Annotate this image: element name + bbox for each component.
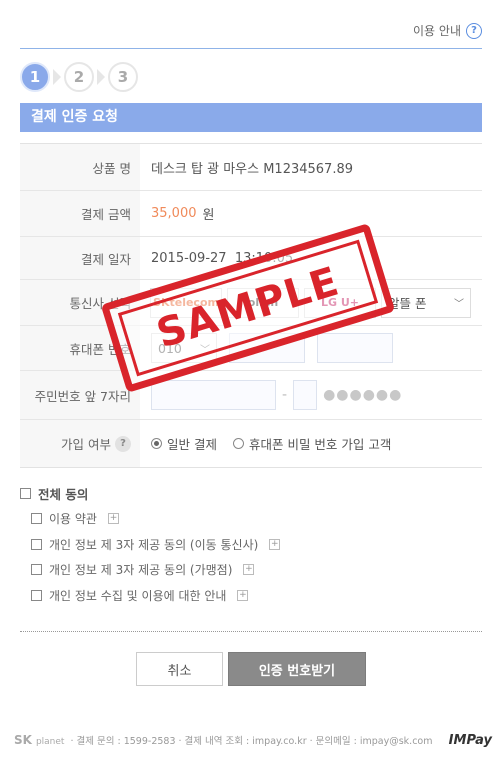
radio-selected-icon [151, 438, 162, 449]
phone-prefix-select[interactable]: 010 ﹀ [151, 333, 217, 363]
date-value: 2015-09-27 13:10:05 [151, 250, 294, 266]
amount-row: 결제 금액 35,000 원 [20, 191, 482, 237]
agree-carrier-checkbox[interactable]: 개인 정보 제 3자 제공 동의 (이동 통신사) + [31, 536, 281, 553]
agree-privacy-checkbox[interactable]: 개인 정보 수집 및 이용에 대한 안내 + [31, 587, 249, 604]
mvno-select[interactable]: 알뜰 폰 ﹀ [381, 287, 471, 318]
carrier-sk-button[interactable]: SKtelecom [150, 287, 222, 318]
radio-phone-password[interactable]: 휴대폰 비밀 번호 가입 고객 [232, 434, 392, 453]
divider [20, 631, 482, 632]
agree-terms-checkbox[interactable]: 이용 약관 + [31, 510, 119, 527]
step-1: 1 [20, 62, 50, 92]
section-title: 결제 인증 요청 [20, 103, 482, 132]
usage-guide-label: 이용 안내 [413, 24, 461, 38]
phone-row: 휴대폰 번호 010 ﹀ [20, 326, 482, 371]
sk-logo-text: SK [14, 733, 32, 747]
phone-last-input[interactable] [317, 333, 393, 363]
cancel-button[interactable]: 취소 [136, 652, 223, 686]
join-row: 가입 여부 ? 일반 결제 휴대폰 비밀 번호 가입 고객 [20, 420, 482, 468]
checkbox-icon [31, 590, 42, 601]
join-options: 일반 결제 휴대폰 비밀 번호 가입 고객 [140, 420, 482, 467]
amount-value-wrap: 35,000 원 [140, 191, 482, 236]
radio-general-label: 일반 결제 [167, 437, 217, 452]
expand-icon[interactable]: + [237, 590, 249, 601]
help-icon[interactable]: ? [115, 435, 131, 452]
phone-prefix-value: 010 [158, 340, 182, 356]
step-2: 2 [64, 62, 94, 92]
phone-middle-input[interactable] [229, 333, 305, 363]
chevron-down-icon: ﹀ [200, 344, 210, 356]
agree-merchant-checkbox[interactable]: 개인 정보 제 3자 제공 동의 (가맹점) + [31, 561, 255, 578]
agree-terms-label: 이용 약관 [49, 512, 97, 526]
resident-gender-input[interactable] [293, 380, 318, 410]
join-label-wrap: 가입 여부 ? [20, 420, 140, 467]
footer-info: · 결제 문의 : 1599-2583 · 결제 내역 조회 : impay.c… [70, 736, 433, 747]
radio-unselected-icon [232, 438, 244, 449]
resident-row: 주민번호 앞 7자리 - ●●●●●● [20, 371, 482, 420]
resident-mask: ●●●●●● [323, 387, 403, 403]
checkbox-icon [20, 488, 31, 499]
agree-merchant-label: 개인 정보 제 3자 제공 동의 (가맹점) [49, 563, 233, 577]
request-code-button[interactable]: 인증 번호받기 [228, 652, 366, 686]
step-arrow-icon [53, 69, 61, 85]
expand-icon[interactable]: + [107, 513, 119, 524]
resident-dash: - [282, 387, 288, 403]
step-arrow-icon [97, 69, 105, 85]
carrier-row: 통신사 선택 SKtelecom olleh LG U+ 알뜰 폰 ﹀ [20, 280, 482, 326]
resident-inputs: - ●●●●●● [140, 371, 482, 419]
carrier-options: SKtelecom olleh LG U+ 알뜰 폰 ﹀ [140, 280, 482, 325]
agree-privacy-label: 개인 정보 수집 및 이용에 대한 안내 [49, 589, 227, 603]
radio-general-payment[interactable]: 일반 결제 [151, 434, 217, 453]
agree-all-label: 전체 동의 [38, 487, 89, 502]
phone-label: 휴대폰 번호 [20, 326, 140, 370]
impay-logo: IMPay [448, 732, 492, 748]
footer: SK planet · 결제 문의 : 1599-2583 · 결제 내역 조회… [14, 729, 492, 751]
resident-label: 주민번호 앞 7자리 [20, 371, 140, 419]
amount-label: 결제 금액 [20, 191, 140, 236]
phone-inputs: 010 ﹀ [140, 326, 482, 370]
checkbox-icon [31, 513, 42, 524]
date-label: 결제 일자 [20, 237, 140, 279]
checkbox-icon [31, 564, 42, 575]
radio-phone-password-label: 휴대폰 비밀 번호 가입 고객 [248, 437, 392, 452]
sk-logo-sub: planet [35, 737, 65, 747]
payment-form: 상품 명 데스크 탑 광 마우스 M1234567.89 결제 금액 35,00… [20, 143, 482, 468]
header-divider [20, 48, 482, 49]
sk-planet-logo: SK planet [14, 733, 64, 747]
chevron-down-icon: ﹀ [454, 299, 464, 310]
checkbox-icon [31, 539, 42, 550]
agree-carrier-label: 개인 정보 제 3자 제공 동의 (이동 통신사) [49, 538, 259, 552]
expand-icon[interactable]: + [243, 564, 255, 575]
join-label: 가입 여부 [61, 437, 111, 452]
resident-front-input[interactable] [151, 380, 276, 410]
agree-all-checkbox[interactable]: 전체 동의 [20, 484, 88, 503]
date-row: 결제 일자 2015-09-27 13:10:05 [20, 237, 482, 280]
usage-guide-link[interactable]: 이용 안내 ? [413, 22, 482, 39]
product-label: 상품 명 [20, 144, 140, 190]
carrier-kt-button[interactable]: olleh [227, 287, 299, 318]
carrier-label: 통신사 선택 [20, 280, 140, 325]
step-3: 3 [108, 62, 138, 92]
carrier-lg-button[interactable]: LG U+ [304, 287, 376, 318]
product-row: 상품 명 데스크 탑 광 마우스 M1234567.89 [20, 144, 482, 191]
help-icon: ? [466, 22, 482, 39]
mvno-select-value: 알뜰 폰 [388, 296, 427, 311]
expand-icon[interactable]: + [269, 539, 281, 550]
product-value: 데스크 탑 광 마우스 M1234567.89 [151, 161, 353, 177]
amount-unit: 원 [202, 208, 215, 223]
step-indicator: 1 2 3 [20, 62, 138, 92]
amount-value: 35,000 [151, 206, 197, 221]
